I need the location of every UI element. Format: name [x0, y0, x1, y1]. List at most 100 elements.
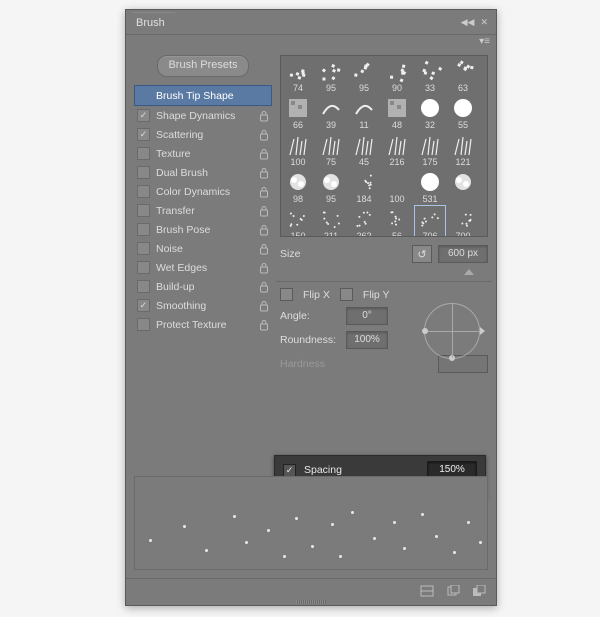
- preview-speck: [479, 541, 482, 544]
- lock-icon[interactable]: [259, 224, 269, 236]
- collapse-icon[interactable]: ◀◀: [461, 17, 475, 28]
- brush-preset-150[interactable]: 150: [282, 205, 314, 237]
- lock-icon[interactable]: [259, 148, 269, 160]
- option-noise[interactable]: Noise: [134, 239, 272, 258]
- preview-speck: [393, 521, 396, 524]
- size-slider[interactable]: [282, 269, 486, 277]
- brush-preset-56[interactable]: 56: [381, 205, 413, 237]
- brush-size-label: 216: [389, 157, 404, 167]
- brush-preset-66[interactable]: 66: [282, 94, 314, 130]
- lock-icon[interactable]: [259, 300, 269, 312]
- brush-preset-11[interactable]: 11: [348, 94, 380, 130]
- close-icon[interactable]: ✕: [480, 17, 488, 28]
- brush-preset-39[interactable]: 39: [315, 94, 347, 130]
- brush-size-label: 184: [356, 194, 371, 204]
- option-checkbox[interactable]: [137, 185, 150, 198]
- brush-preset-48[interactable]: 48: [381, 94, 413, 130]
- brush-size-label: 95: [326, 194, 336, 204]
- brush-preset-95[interactable]: 95: [348, 57, 380, 93]
- brush-preset-63[interactable]: 63: [447, 57, 479, 93]
- option-checkbox[interactable]: [137, 166, 150, 179]
- option-checkbox[interactable]: [137, 147, 150, 160]
- toggle-preview-icon[interactable]: [420, 585, 434, 600]
- brush-preset-95[interactable]: 95: [315, 168, 347, 204]
- brush-thumb-icon: [385, 96, 409, 120]
- option-protect-texture[interactable]: Protect Texture: [134, 315, 272, 334]
- overlay-icon[interactable]: [472, 585, 486, 600]
- option-checkbox[interactable]: [137, 128, 150, 141]
- panel-menu-icon[interactable]: ▾≡: [479, 36, 490, 47]
- angle-widget[interactable]: [422, 301, 482, 361]
- option-brush-pose[interactable]: Brush Pose: [134, 220, 272, 239]
- brush-preset-45[interactable]: 45: [348, 131, 380, 167]
- option-texture[interactable]: Texture: [134, 144, 272, 163]
- brush-grid[interactable]: 7495959033636639114832551007545216175121…: [280, 55, 488, 237]
- brush-preset-74[interactable]: 74: [282, 57, 314, 93]
- new-preset-icon[interactable]: [446, 585, 460, 600]
- brush-presets-button[interactable]: Brush Presets: [157, 55, 249, 77]
- brush-preset-90[interactable]: 90: [381, 57, 413, 93]
- brush-preset-211[interactable]: 211: [315, 205, 347, 237]
- option-checkbox[interactable]: [137, 261, 150, 274]
- size-field[interactable]: 600 px: [438, 245, 488, 263]
- lock-icon[interactable]: [259, 205, 269, 217]
- option-brush-tip-shape[interactable]: Brush Tip Shape: [134, 85, 272, 106]
- brush-preset-75[interactable]: 75: [315, 131, 347, 167]
- option-scattering[interactable]: Scattering: [134, 125, 272, 144]
- lock-icon[interactable]: [259, 243, 269, 255]
- brush-preset-262[interactable]: 262: [348, 205, 380, 237]
- preview-speck: [295, 517, 298, 520]
- option-wet-edges[interactable]: Wet Edges: [134, 258, 272, 277]
- panel-tab-brush[interactable]: Brush: [132, 12, 175, 33]
- option-checkbox[interactable]: [137, 109, 150, 122]
- brush-preset-100[interactable]: 100: [282, 131, 314, 167]
- brush-preset-121[interactable]: 121: [447, 131, 479, 167]
- option-checkbox[interactable]: [137, 242, 150, 255]
- brush-preset-175[interactable]: 175: [414, 131, 446, 167]
- lock-icon[interactable]: [259, 281, 269, 293]
- lock-icon[interactable]: [259, 262, 269, 274]
- option-build-up[interactable]: Build-up: [134, 277, 272, 296]
- brush-preset-33[interactable]: 33: [414, 57, 446, 93]
- brush-preset-55[interactable]: 55: [447, 94, 479, 130]
- lock-icon[interactable]: [259, 110, 269, 122]
- brush-size-label: 75: [326, 157, 336, 167]
- brush-thumb-icon: [418, 96, 442, 120]
- reset-size-button[interactable]: ↺: [412, 245, 432, 263]
- brush-preset-32[interactable]: 32: [414, 94, 446, 130]
- option-shape-dynamics[interactable]: Shape Dynamics: [134, 106, 272, 125]
- flip-y-checkbox[interactable]: [340, 288, 353, 301]
- option-checkbox[interactable]: [137, 299, 150, 312]
- spacing-checkbox[interactable]: [283, 464, 296, 477]
- brush-size-label: 700: [455, 231, 470, 237]
- option-smoothing[interactable]: Smoothing: [134, 296, 272, 315]
- option-checkbox[interactable]: [137, 204, 150, 217]
- option-checkbox[interactable]: [137, 318, 150, 331]
- brush-preset-216[interactable]: 216: [381, 131, 413, 167]
- option-checkbox[interactable]: [137, 223, 150, 236]
- brush-preset-23[interactable]: [447, 168, 479, 204]
- lock-icon[interactable]: [259, 186, 269, 198]
- preview-speck: [283, 555, 286, 558]
- option-checkbox[interactable]: [137, 280, 150, 293]
- brush-thumb-icon: [352, 133, 376, 157]
- flip-x-checkbox[interactable]: [280, 288, 293, 301]
- brush-preset-531[interactable]: 531: [414, 168, 446, 204]
- brush-thumb-icon: [352, 207, 376, 231]
- option-dual-brush[interactable]: Dual Brush: [134, 163, 272, 182]
- preview-speck: [205, 549, 208, 552]
- brush-preset-184[interactable]: 184: [348, 168, 380, 204]
- brush-preset-706[interactable]: 706: [414, 205, 446, 237]
- option-color-dynamics[interactable]: Color Dynamics: [134, 182, 272, 201]
- brush-preset-95[interactable]: 95: [315, 57, 347, 93]
- angle-field[interactable]: 0°: [346, 307, 388, 325]
- brush-preset-98[interactable]: 98: [282, 168, 314, 204]
- brush-preset-100[interactable]: 100: [381, 168, 413, 204]
- option-transfer[interactable]: Transfer: [134, 201, 272, 220]
- resize-grip[interactable]: [296, 600, 326, 604]
- roundness-field[interactable]: 100%: [346, 331, 388, 349]
- lock-icon[interactable]: [259, 167, 269, 179]
- lock-icon[interactable]: [259, 319, 269, 331]
- lock-icon[interactable]: [259, 129, 269, 141]
- brush-preset-700[interactable]: 700: [447, 205, 479, 237]
